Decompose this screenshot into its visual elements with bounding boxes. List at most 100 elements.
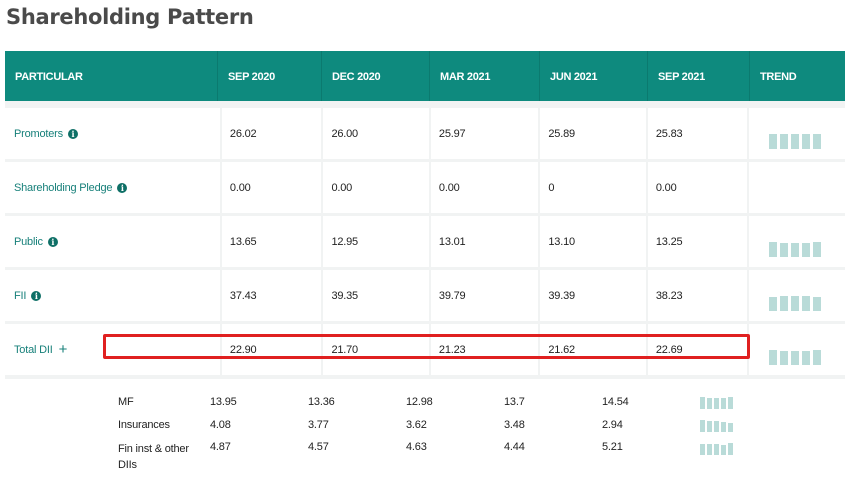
- trend-bar: [813, 350, 822, 365]
- sub-trend-sparkbars: [700, 395, 733, 409]
- sub-row-label: Fin inst & other DIIs: [118, 443, 189, 471]
- sub-trend-sparkbars: [700, 418, 733, 432]
- col-header-jun-2021: JUN 2021: [540, 51, 648, 101]
- value-cell: 25.83: [647, 108, 748, 159]
- value-cell: 13.65: [221, 216, 322, 267]
- col-header-dec-2020: DEC 2020: [322, 51, 430, 101]
- value-cell: 0: [540, 162, 646, 213]
- trend-bar: [707, 421, 712, 432]
- value-cell: 39.39: [540, 270, 646, 321]
- row-label[interactable]: Total DII: [14, 344, 53, 356]
- page-title: Shareholding Pattern: [6, 5, 254, 29]
- trend-bar: [728, 423, 733, 432]
- sub-value-cell: 5.21: [602, 441, 623, 453]
- trend-sparkbars: [769, 350, 822, 365]
- row-label-cell[interactable]: FII i: [5, 270, 220, 321]
- trend-bar: [714, 421, 719, 432]
- trend-bar: [700, 397, 705, 409]
- col-header-mar-2021: MAR 2021: [430, 51, 540, 101]
- row-label[interactable]: Shareholding Pledge: [14, 182, 113, 194]
- trend-sparkbars: [769, 242, 822, 257]
- trend-bar: [714, 398, 719, 409]
- trend-bar: [791, 134, 800, 149]
- value-cell: 0.00: [647, 162, 748, 213]
- sub-value-cell: 2.94: [602, 419, 623, 431]
- trend-bar: [707, 444, 712, 455]
- row-label[interactable]: Public: [14, 236, 43, 248]
- sub-row-mf: MF 13.95 13.36 12.98 13.7 14.54: [112, 391, 752, 413]
- trend-cell: [749, 270, 845, 321]
- trend-cell: [749, 324, 845, 375]
- trend-bar: [769, 297, 778, 311]
- value-cell: 25.97: [430, 108, 539, 159]
- row-label[interactable]: Promoters: [14, 128, 63, 140]
- value-cell: 12.95: [323, 216, 429, 267]
- trend-bar: [700, 420, 705, 432]
- value-cell: 26.02: [221, 108, 322, 159]
- sub-value-cell: 13.95: [210, 396, 237, 408]
- sub-row-label: Insurances: [118, 419, 170, 431]
- sub-trend-sparkbars: [700, 441, 733, 455]
- trend-bar: [802, 351, 811, 365]
- sub-value-cell: 3.77: [308, 419, 329, 431]
- row-label-cell[interactable]: Public i: [5, 216, 220, 267]
- info-icon[interactable]: i: [47, 236, 58, 247]
- expand-plus-icon[interactable]: +: [59, 342, 68, 357]
- info-icon[interactable]: i: [117, 182, 128, 193]
- trend-bar: [802, 296, 811, 311]
- value-cell: 25.89: [540, 108, 646, 159]
- info-icon[interactable]: i: [67, 128, 78, 139]
- trend-bar: [802, 243, 811, 257]
- row-label[interactable]: FII: [14, 290, 26, 302]
- sub-value-cell: 13.7: [504, 396, 525, 408]
- trend-bar: [802, 134, 811, 149]
- sub-row-fin-inst-other-diis: Fin inst & other DIIs 4.87 4.57 4.63 4.44 5.2…: [112, 437, 752, 471]
- trend-bar: [721, 445, 726, 455]
- col-header-particular: PARTICULAR: [5, 51, 218, 101]
- trend-bar: [813, 242, 822, 257]
- trend-bar: [780, 351, 789, 365]
- trend-bar: [707, 398, 712, 409]
- col-header-sep-2020: SEP 2020: [218, 51, 322, 101]
- value-cell: 39.79: [430, 270, 539, 321]
- sub-row-label: MF: [118, 396, 134, 408]
- trend-bar: [780, 134, 789, 149]
- row-label-cell[interactable]: Promoters i: [5, 108, 220, 159]
- table-row-promoters: Promoters i 26.02 26.00 25.97 25.89 25.83: [5, 108, 845, 159]
- trend-bar: [769, 350, 778, 365]
- sub-row-insurances: Insurances 4.08 3.77 3.62 3.48 2.94: [112, 414, 752, 436]
- value-cell: 0.00: [323, 162, 429, 213]
- sub-value-cell: 3.62: [406, 419, 427, 431]
- trend-bar: [813, 134, 822, 149]
- dii-breakdown: MF 13.95 13.36 12.98 13.7 14.54 Insurances 4.08…: [5, 379, 845, 488]
- trend-bar: [700, 444, 705, 455]
- sub-value-cell: 12.98: [406, 396, 433, 408]
- trend-bar: [728, 443, 733, 455]
- trend-bar: [721, 398, 726, 409]
- trend-bar: [769, 242, 778, 257]
- value-cell: 38.23: [647, 270, 748, 321]
- value-cell: 13.01: [430, 216, 539, 267]
- sub-value-cell: 3.48: [504, 419, 525, 431]
- trend-sparkbars: [769, 296, 822, 311]
- col-header-sep-2021: SEP 2021: [648, 51, 750, 101]
- trend-bar: [728, 397, 733, 409]
- value-cell: 39.35: [323, 270, 429, 321]
- sub-value-cell: 4.57: [308, 441, 329, 453]
- row-label-cell[interactable]: Shareholding Pledge i: [5, 162, 220, 213]
- table-row-fii: FII i 37.43 39.35 39.79 39.39 38.23: [5, 270, 845, 321]
- table-header: PARTICULAR SEP 2020 DEC 2020 MAR 2021 JU…: [5, 51, 845, 101]
- value-cell: 0.00: [221, 162, 322, 213]
- trend-bar: [721, 422, 726, 432]
- trend-bar: [769, 134, 778, 149]
- value-cell: 13.10: [540, 216, 646, 267]
- trend-cell: [749, 108, 845, 159]
- trend-bar: [791, 243, 800, 257]
- trend-sparkbars: [769, 134, 822, 149]
- highlight-box: [103, 334, 750, 359]
- sub-value-cell: 13.36: [308, 396, 335, 408]
- col-header-trend: TREND: [760, 71, 797, 83]
- sub-value-cell: 4.08: [210, 419, 231, 431]
- trend-bar: [780, 296, 789, 311]
- info-icon[interactable]: i: [31, 290, 42, 301]
